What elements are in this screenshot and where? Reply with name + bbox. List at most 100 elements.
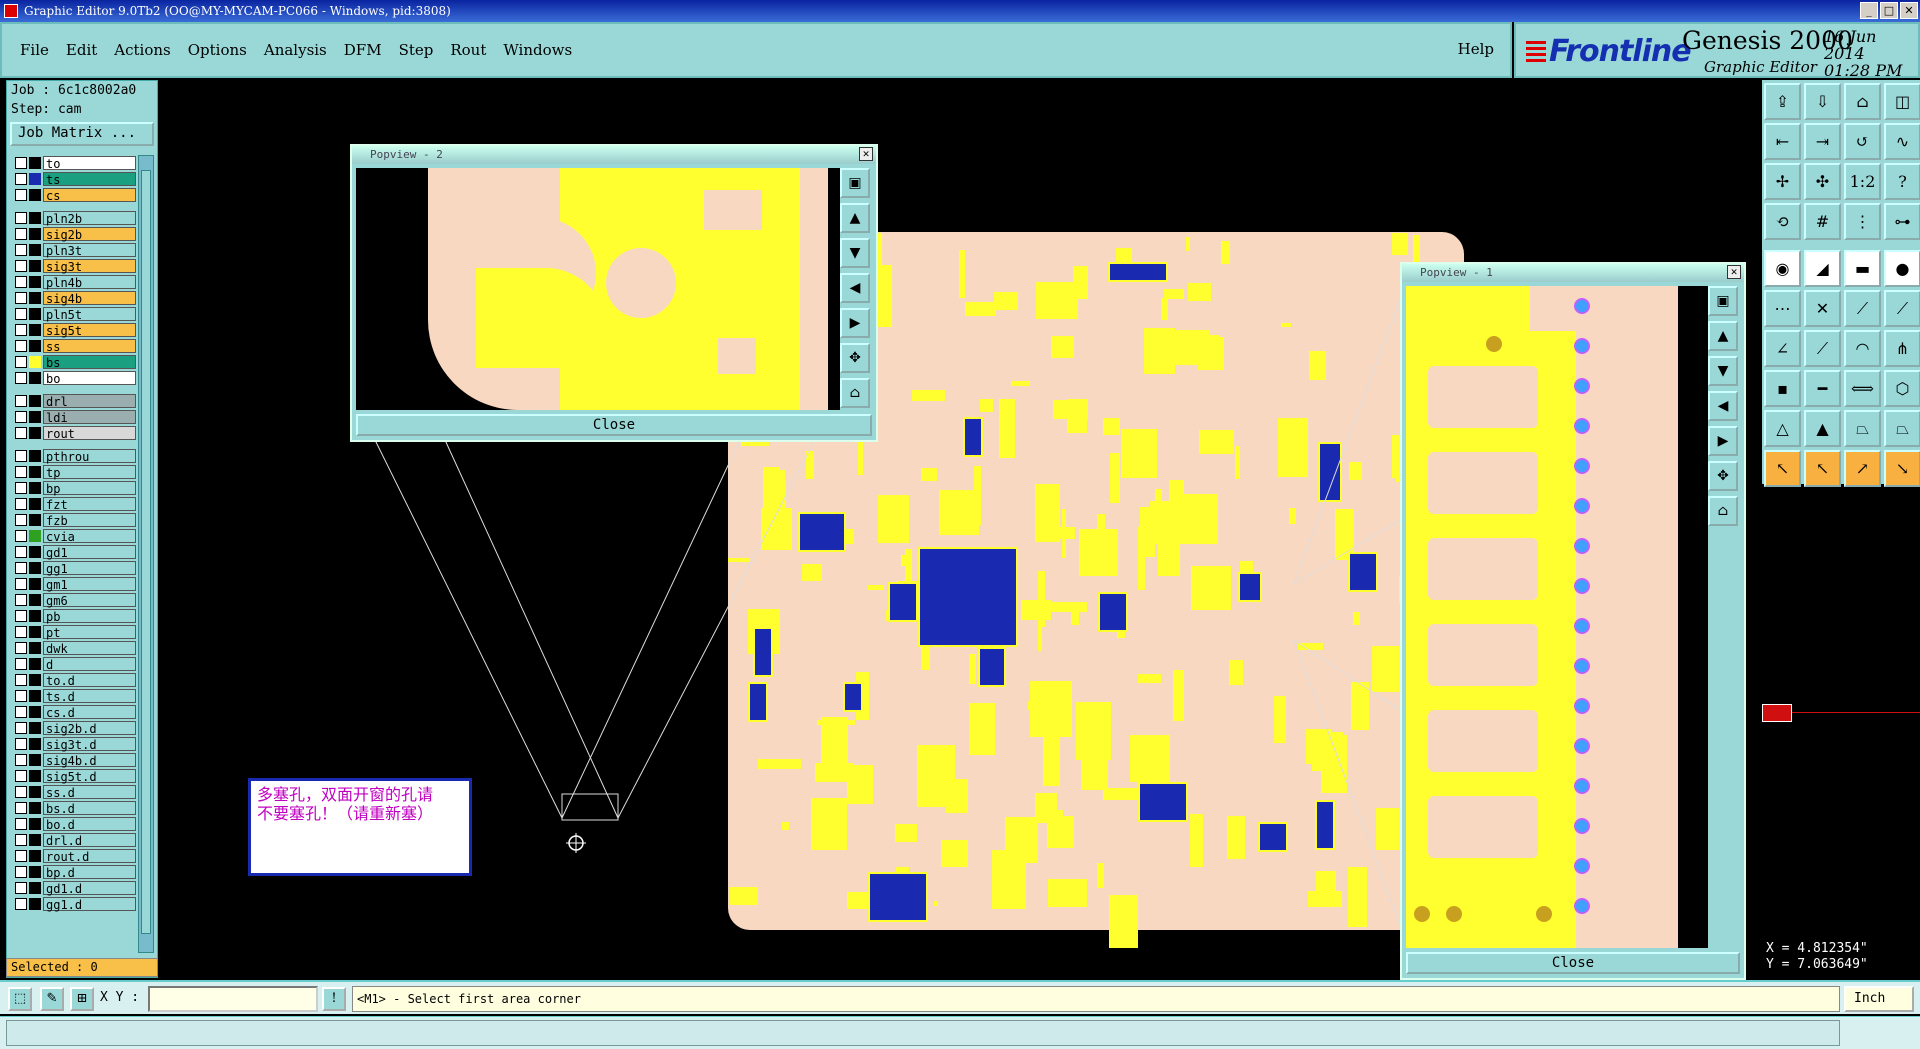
- layer-row[interactable]: ts.d: [15, 688, 136, 704]
- layer-row[interactable]: ss: [15, 338, 136, 354]
- layer-name[interactable]: sig3t.d: [43, 737, 136, 752]
- layer-row[interactable]: sig5t: [15, 322, 136, 338]
- layer-checkbox[interactable]: [15, 850, 27, 862]
- menu-step[interactable]: Step: [399, 41, 434, 59]
- layer-row[interactable]: sig4b.d: [15, 752, 136, 768]
- layer-name[interactable]: pthrou: [43, 449, 136, 464]
- pan-right-icon[interactable]: ⇥: [1804, 123, 1841, 160]
- layer-row[interactable]: cvia: [15, 528, 136, 544]
- pointer-d-icon[interactable]: ↘: [1884, 450, 1920, 487]
- layer-name[interactable]: gg1.d: [43, 897, 136, 912]
- menu-dfm[interactable]: DFM: [344, 41, 382, 59]
- fit-board-icon[interactable]: ✢: [1764, 163, 1801, 200]
- layer-name[interactable]: ldi: [43, 410, 136, 425]
- draw-line-icon[interactable]: ∠: [1764, 330, 1801, 367]
- pv2-fit-icon[interactable]: ▣: [840, 168, 870, 198]
- layer-checkbox[interactable]: [15, 546, 27, 558]
- pointer-b-icon[interactable]: ↖: [1804, 450, 1841, 487]
- layer-row[interactable]: sig4b: [15, 290, 136, 306]
- popview-1-viewport[interactable]: [1406, 286, 1708, 948]
- layer-name[interactable]: pln2b: [43, 211, 136, 226]
- pointer-icon[interactable]: ↖: [1764, 450, 1801, 487]
- layer-name[interactable]: to: [43, 156, 136, 171]
- redraw-icon[interactable]: ↺: [1844, 123, 1881, 160]
- layer-name[interactable]: sig5t: [43, 323, 136, 338]
- layer-checkbox[interactable]: [15, 450, 27, 462]
- layer-checkbox[interactable]: [15, 642, 27, 654]
- layer-name[interactable]: pln4b: [43, 275, 136, 290]
- layer-name[interactable]: rout: [43, 426, 136, 441]
- pan-left-icon[interactable]: ⇤: [1764, 123, 1801, 160]
- layer-name[interactable]: sig2b: [43, 227, 136, 242]
- edit-mode-icon[interactable]: ✎: [40, 987, 64, 1011]
- dimension-icon[interactable]: ⟺: [1844, 370, 1881, 407]
- unit-select[interactable]: Inch: [1844, 986, 1914, 1012]
- layer-checkbox[interactable]: [15, 173, 27, 185]
- layer-checkbox[interactable]: [15, 189, 27, 201]
- layer-name[interactable]: ts.d: [43, 689, 136, 704]
- layer-checkbox[interactable]: [15, 244, 27, 256]
- layer-name[interactable]: cvia: [43, 529, 136, 544]
- layer-row[interactable]: gd1: [15, 544, 136, 560]
- layer-row[interactable]: tp: [15, 464, 136, 480]
- layer-row[interactable]: to.d: [15, 672, 136, 688]
- layer-row[interactable]: sig2b.d: [15, 720, 136, 736]
- layer-row[interactable]: bo.d: [15, 816, 136, 832]
- layer-checkbox[interactable]: [15, 276, 27, 288]
- pointer-c-icon[interactable]: ↗: [1844, 450, 1881, 487]
- layer-name[interactable]: pln5t: [43, 307, 136, 322]
- layer-row[interactable]: gg1.d: [15, 896, 136, 912]
- layer-checkbox[interactable]: [15, 466, 27, 478]
- pv1-zoom-in-icon[interactable]: ▲: [1708, 321, 1738, 351]
- layer-checkbox[interactable]: [15, 658, 27, 670]
- layer-checkbox[interactable]: [15, 594, 27, 606]
- layer-checkbox[interactable]: [15, 898, 27, 910]
- layer-checkbox[interactable]: [15, 706, 27, 718]
- layer-row[interactable]: pt: [15, 624, 136, 640]
- layer-checkbox[interactable]: [15, 690, 27, 702]
- layer-name[interactable]: drl: [43, 394, 136, 409]
- arc-node-icon[interactable]: ⟋: [1884, 290, 1920, 327]
- zoom-home-icon[interactable]: ⇪: [1764, 83, 1801, 120]
- ratio-icon[interactable]: 1:2: [1844, 163, 1881, 200]
- layer-row[interactable]: bs.d: [15, 800, 136, 816]
- grid-icon[interactable]: #: [1804, 203, 1841, 240]
- layer-name[interactable]: bo.d: [43, 817, 136, 832]
- layer-row[interactable]: fzb: [15, 512, 136, 528]
- layer-name[interactable]: fzb: [43, 513, 136, 528]
- close-window-button[interactable]: ✕: [1900, 2, 1918, 19]
- layer-row[interactable]: bp: [15, 480, 136, 496]
- layer-name[interactable]: cs.d: [43, 705, 136, 720]
- layer-checkbox[interactable]: [15, 260, 27, 272]
- home-view-icon[interactable]: ⌂: [1844, 83, 1881, 120]
- layer-row[interactable]: drl: [15, 393, 136, 409]
- layer-row[interactable]: pln4b: [15, 274, 136, 290]
- trapezoid-icon[interactable]: ⏢: [1844, 410, 1881, 447]
- layer-row[interactable]: pln5t: [15, 306, 136, 322]
- layer-checkbox[interactable]: [15, 818, 27, 830]
- help-icon[interactable]: ?: [1884, 163, 1920, 200]
- layer-checkbox[interactable]: [15, 866, 27, 878]
- layer-checkbox[interactable]: [15, 834, 27, 846]
- layer-name[interactable]: fzt: [43, 497, 136, 512]
- layer-name[interactable]: gm1: [43, 577, 136, 592]
- layer-row[interactable]: to: [15, 155, 136, 171]
- layer-checkbox[interactable]: [15, 427, 27, 439]
- layer-checkbox[interactable]: [15, 372, 27, 384]
- layer-name[interactable]: sig3t: [43, 259, 136, 274]
- layer-name[interactable]: sig4b: [43, 291, 136, 306]
- layer-row[interactable]: rout: [15, 425, 136, 441]
- layer-name[interactable]: gg1: [43, 561, 136, 576]
- pv1-zoom-out-icon[interactable]: ▼: [1708, 356, 1738, 386]
- layer-row[interactable]: fzt: [15, 496, 136, 512]
- maximize-button[interactable]: □: [1880, 2, 1898, 19]
- layer-row[interactable]: bp.d: [15, 864, 136, 880]
- layer-checkbox[interactable]: [15, 228, 27, 240]
- layer-checkbox[interactable]: [15, 610, 27, 622]
- layer-name[interactable]: to.d: [43, 673, 136, 688]
- minimize-button[interactable]: _: [1860, 2, 1878, 19]
- layer-row[interactable]: sig3t.d: [15, 736, 136, 752]
- layer-row[interactable]: pb: [15, 608, 136, 624]
- edge-node-icon[interactable]: ⟋: [1844, 290, 1881, 327]
- layer-row[interactable]: sig3t: [15, 258, 136, 274]
